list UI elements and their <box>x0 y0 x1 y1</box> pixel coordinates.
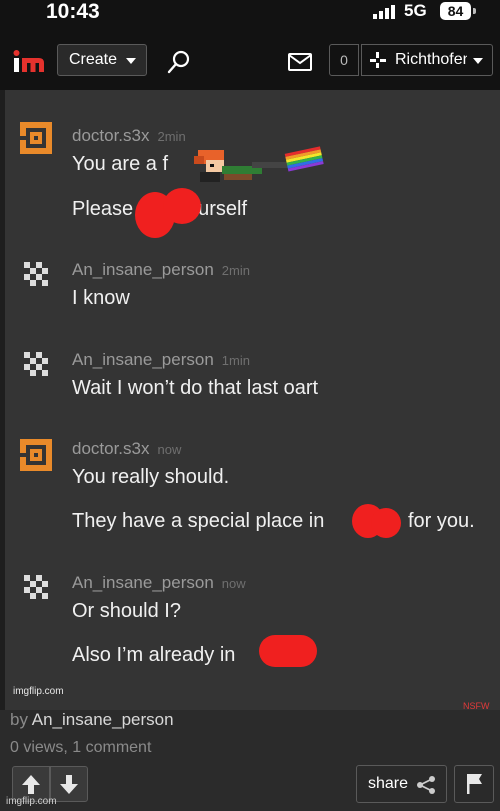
checker-avatar-icon <box>24 262 48 286</box>
mail-icon[interactable] <box>288 53 312 71</box>
signal-icon <box>373 5 395 19</box>
author-name: doctor.s3x <box>72 126 150 145</box>
post-author-link[interactable]: An_insane_person <box>32 710 174 729</box>
user-menu-button[interactable]: Richthofen <box>361 44 493 76</box>
comment-line: They have a special place in <box>72 510 325 532</box>
comment-line: Wait I won’t do that last oart <box>72 377 319 399</box>
comment-line: Also I’m already in <box>72 644 236 666</box>
censor-blob <box>371 508 401 538</box>
create-dropdown-button[interactable]: Create <box>57 44 147 76</box>
by-prefix: by <box>10 710 28 729</box>
bottom-watermark: imgflip.com <box>6 796 57 807</box>
chevron-down-icon <box>126 58 136 64</box>
comment-author: An_insane_person now <box>72 573 246 593</box>
censor-blob <box>163 188 201 224</box>
author-name: An_insane_person <box>72 573 214 592</box>
post-stats: 0 views, 1 comment <box>10 739 152 756</box>
share-button[interactable]: share <box>356 765 447 803</box>
comment-time: 2min <box>157 129 186 144</box>
comment-author: An_insane_person 2min <box>72 260 250 280</box>
username-label: Richthofen <box>395 51 467 68</box>
top-navbar: Create 0 Richthofen <box>0 38 500 90</box>
checker-avatar-icon <box>24 575 48 599</box>
post-byline: by An_insane_person <box>10 710 174 730</box>
comment-line: I know <box>72 287 130 309</box>
comment-line: Or should I? <box>72 600 181 622</box>
status-bar: 10:43 5G 84 <box>0 0 500 38</box>
flag-button[interactable] <box>454 765 494 803</box>
status-time: 10:43 <box>46 0 100 23</box>
meme-watermark: imgflip.com <box>13 686 64 697</box>
comment-line: for you. <box>408 510 475 532</box>
battery-indicator: 84 <box>440 2 471 20</box>
comment-line: Please <box>72 198 134 220</box>
orange-square-icon <box>20 439 52 471</box>
meme-image: doctor.s3x 2min You are a f Please oursel… <box>5 90 500 710</box>
comment-line: You really should. <box>72 466 230 488</box>
comment-time: 1min <box>221 353 250 368</box>
nsfw-tag[interactable]: NSFW <box>463 701 490 711</box>
comment-time: now <box>221 576 246 591</box>
pixel-character-sticker <box>194 146 324 182</box>
comment-author: doctor.s3x 2min <box>72 126 186 146</box>
censor-blob <box>259 635 317 667</box>
comment-time: now <box>157 442 182 457</box>
comment-line: You are a f <box>72 153 169 175</box>
create-label: Create <box>69 51 118 68</box>
author-name: An_insane_person <box>72 350 214 369</box>
imgflip-logo[interactable] <box>12 48 46 76</box>
checker-avatar-icon <box>24 352 48 376</box>
chevron-down-icon <box>473 58 483 64</box>
search-icon[interactable] <box>166 49 192 75</box>
orange-square-icon <box>20 122 52 154</box>
author-name: doctor.s3x <box>72 439 150 458</box>
user-menu-icon <box>370 52 386 68</box>
network-type: 5G <box>404 1 427 20</box>
comment-time: 2min <box>221 263 250 278</box>
share-label: share <box>368 775 409 792</box>
battery-tip <box>473 8 476 14</box>
comment-author: doctor.s3x now <box>72 439 181 459</box>
notification-count-button[interactable]: 0 <box>329 44 359 76</box>
flag-icon <box>467 774 482 794</box>
comment-author: An_insane_person 1min <box>72 350 250 370</box>
author-name: An_insane_person <box>72 260 214 279</box>
share-icon <box>417 776 435 794</box>
